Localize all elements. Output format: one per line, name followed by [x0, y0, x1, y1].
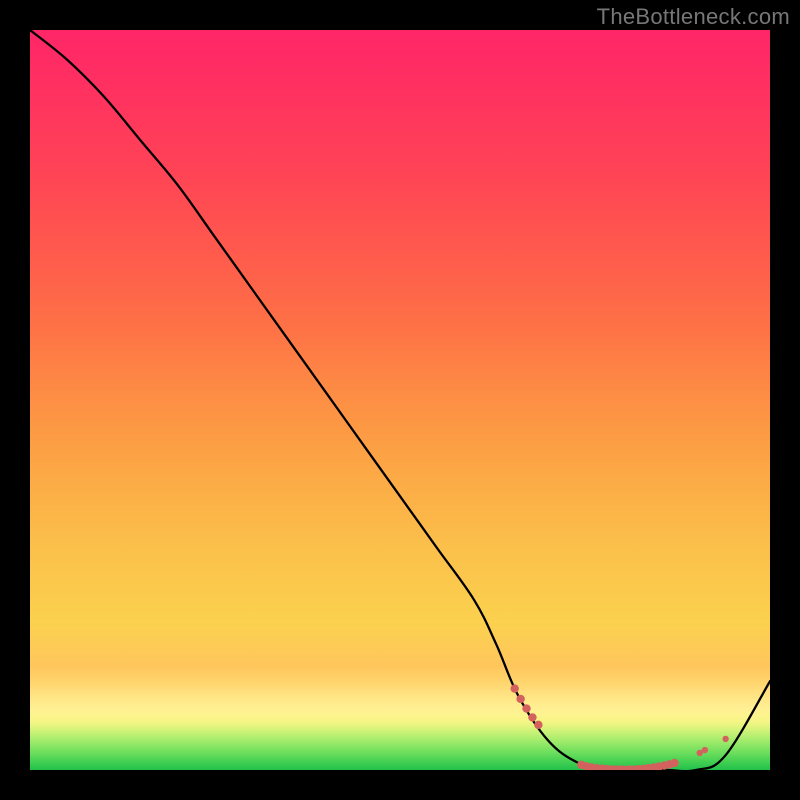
marker-dot — [534, 721, 542, 729]
watermark-text: TheBottleneck.com — [597, 4, 790, 30]
marker-dot — [516, 695, 524, 703]
bottleneck-curve — [30, 30, 770, 770]
chart-stage: TheBottleneck.com — [0, 0, 800, 800]
marker-dot — [511, 684, 519, 692]
marker-dot — [522, 704, 530, 712]
marker-dot — [722, 736, 728, 742]
chart-svg — [30, 30, 770, 770]
marker-dot — [670, 759, 678, 767]
marker-dot — [528, 713, 536, 721]
flat-region-markers — [511, 684, 729, 770]
marker-dot — [702, 747, 708, 753]
